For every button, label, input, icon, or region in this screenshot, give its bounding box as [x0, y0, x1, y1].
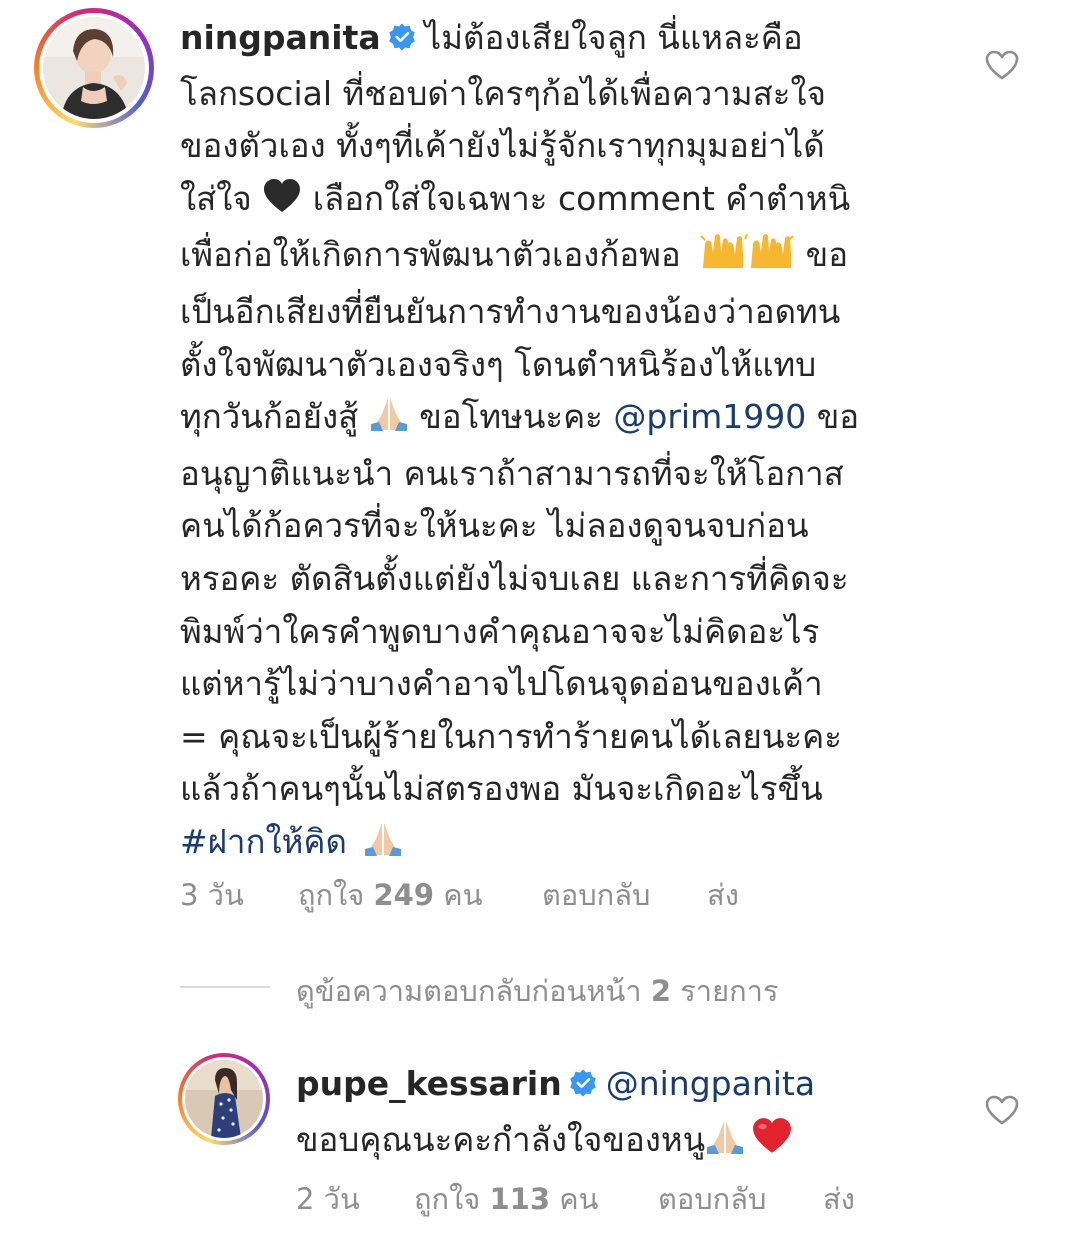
verified-badge-icon [568, 1061, 598, 1114]
comment-line-15: แล้วถ้าคนๆนั้นไม่สตรองพอ มันจะเกิดอะไรขึ… [180, 769, 823, 809]
comment-line-13: แต่หารู้ไม่ว่าบางคำอาจไปโดนจุดอ่อนของเค้… [180, 664, 823, 704]
heart-outline-icon[interactable] [985, 1095, 1019, 1129]
folded-hands-emoji [363, 819, 403, 873]
comment-line-7: ตั้งใจพัฒนาตัวเองจริงๆ โดนตำหนิร้องไห้แท… [180, 344, 817, 384]
comment-line-10: คนได้ก้อควรที่จะให้นะคะ ไม่ลองดูจนจบก่อน [180, 506, 809, 546]
comment-text-segment: ขอโทษนะคะ [419, 397, 603, 437]
comment-line-12: พิมพ์ว่าใครคำพูดบางคำคุณอาจจะไม่คิดอะไร [180, 611, 820, 651]
reply-text: ขอบคุณนะคะกำลังใจของหนู [296, 1119, 706, 1159]
likes-count: 113 [489, 1182, 551, 1216]
comment-meta: 3 วัน ถูกใจ 249 คน ตอบกลับ ส่ง [180, 872, 880, 912]
comment-line-14: = คุณจะเป็นผู้ร้ายในการทำร้ายคนได้เลยนะค… [180, 716, 842, 756]
reply-body: pupe_kessarin @ningpanita ขอบคุณนะคะกำลัง… [296, 1058, 815, 1170]
comment-line-11: หรอคะ ตัดสินตั้งแต่ยังไม่จบเลย และการที่… [180, 558, 849, 598]
comment-body: ningpanita ไม่ต้องเสียใจลูก นี่แหละคือ โล… [180, 12, 859, 873]
reply-button[interactable]: ตอบกลับ [542, 872, 650, 918]
comment-text-segment: เพื่อก่อให้เกิดการพัฒนาตัวเองก้อพอ [180, 235, 681, 275]
comment-text-segment: ขอ [816, 397, 860, 437]
likes-prefix: ถูกใจ [298, 878, 365, 912]
divider [180, 986, 270, 988]
comment-text-segment: ไม่ต้องเสียใจลูก นี่แหละคือ [424, 18, 803, 57]
comment-time: 3 วัน [180, 878, 244, 912]
likes-prefix: ถูกใจ [414, 1182, 481, 1216]
likes-suffix: คน [443, 878, 483, 912]
reply-time: 2 วัน [296, 1182, 360, 1216]
comment-username[interactable]: ningpanita [180, 18, 381, 57]
comment-text-segment: ทุกวันก้อยังสู้ [180, 397, 359, 437]
red-heart-emoji [751, 1117, 793, 1171]
heart-outline-icon[interactable] [985, 50, 1019, 84]
avatar-ningpanita[interactable] [34, 8, 154, 128]
comment-line-4: ใส่ใจ เลือกใส่ใจเฉพาะ comment คำตำหนิ [180, 173, 859, 230]
comment-line-2: โลกsocial ที่ชอบด่าใครๆก้อได้เพื่อความสะ… [180, 73, 826, 113]
comment-line-5: เพื่อก่อให้เกิดการพัฒนาตัวเองก้อพอ ขอ [180, 229, 859, 286]
reply-line-1: pupe_kessarin @ningpanita [296, 1058, 815, 1114]
comment-text-segment: เลือกใส่ใจเฉพาะ comment คำตำหนิ [312, 178, 851, 218]
comment-text-segment: ใส่ใจ [180, 178, 252, 218]
hashtag-link[interactable]: #ฝากให้คิด [180, 822, 347, 861]
comment-line-3: ของตัวเอง ทั้งๆที่เค้ายังไม่รู้จักเราทุก… [180, 126, 825, 166]
comment-likes[interactable]: ถูกใจ 249 คน [298, 872, 483, 918]
view-previous-replies[interactable]: ดูข้อความตอบกลับก่อนหน้า 2 รายการ [180, 968, 880, 1008]
folded-hands-emoji [705, 1117, 745, 1171]
reply-likes[interactable]: ถูกใจ 113 คน [414, 1176, 599, 1222]
comment-line-16: #ฝากให้คิด [180, 816, 859, 873]
comment-line-1: ningpanita ไม่ต้องเสียใจลูก นี่แหละคือ [180, 12, 859, 68]
mention-link[interactable]: @ningpanita [606, 1064, 815, 1103]
black-heart-emoji [262, 177, 302, 230]
view-replies-label[interactable]: ดูข้อความตอบกลับก่อนหน้า 2 รายการ [296, 968, 779, 1014]
reply-line-2: ขอบคุณนะคะกำลังใจของหนู [296, 1114, 815, 1171]
raising-hands-emoji [699, 230, 795, 286]
comment-text-segment: ขอ [805, 235, 849, 275]
send-button[interactable]: ส่ง [823, 1176, 855, 1222]
verified-badge-icon [387, 15, 417, 68]
comment-line-8: ทุกวันก้อยังสู้ ขอโทษนะคะ @prim1990 ขอ [180, 391, 859, 448]
reply-username[interactable]: pupe_kessarin [296, 1064, 562, 1103]
folded-hands-emoji [369, 394, 409, 448]
likes-suffix: คน [559, 1182, 599, 1216]
comment-line-9: อนุญาติแนะนำ คนเราถ้าสามารถที่จะให้โอกาส [180, 453, 844, 493]
reply-button[interactable]: ตอบกลับ [658, 1176, 766, 1222]
likes-count: 249 [373, 878, 435, 912]
avatar-pupe-kessarin[interactable] [178, 1053, 270, 1145]
view-replies-suffix: รายการ [680, 974, 779, 1008]
reply-meta: 2 วัน ถูกใจ 113 คน ตอบกลับ ส่ง [296, 1176, 996, 1216]
view-replies-prefix: ดูข้อความตอบกลับก่อนหน้า [296, 974, 642, 1008]
send-button[interactable]: ส่ง [707, 872, 739, 918]
mention-link[interactable]: @prim1990 [613, 397, 806, 436]
view-replies-count: 2 [650, 974, 671, 1008]
comment-line-6: เป็นอีกเสียงที่ยืนยันการทำงานของน้องว่าอ… [180, 291, 841, 331]
